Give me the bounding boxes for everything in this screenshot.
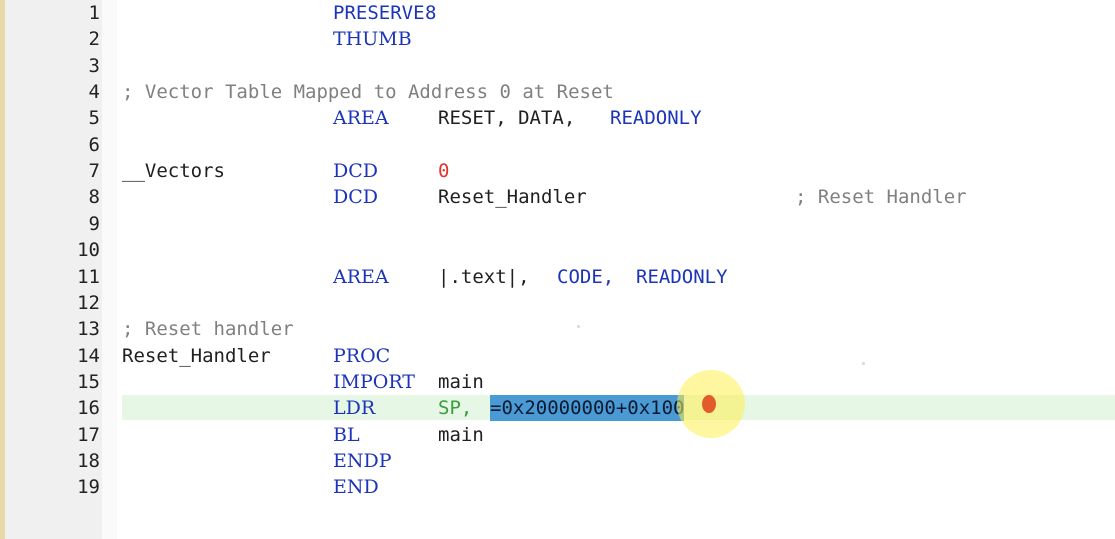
code-line[interactable]: 7 __Vectors DCD 0 <box>0 158 1115 184</box>
code-line[interactable]: 11 AREA |.text|, CODE, READONLY <box>0 264 1115 290</box>
code-line[interactable]: 5 AREA RESET, DATA, READONLY <box>0 105 1115 131</box>
line-number: 1 <box>88 2 100 24</box>
code-token: AREA <box>333 265 389 288</box>
code-token: READONLY <box>636 265 728 288</box>
line-number: 9 <box>88 212 100 235</box>
line-number: 7 <box>88 160 100 183</box>
code-token: Reset_Handler <box>122 344 271 367</box>
line-number: 15 <box>77 370 100 393</box>
code-line[interactable]: 9 <box>0 211 1115 237</box>
code-token: THUMB <box>333 28 412 51</box>
code-token: END <box>333 476 379 499</box>
screen-artifact <box>862 362 865 365</box>
line-number: 8 <box>88 186 100 209</box>
code-line[interactable]: 2 THUMB <box>0 26 1115 52</box>
mouse-pointer-icon <box>702 395 716 413</box>
code-line[interactable]: 18 ENDP <box>0 448 1115 474</box>
code-token: DCD <box>333 186 379 209</box>
screen-artifact <box>577 325 580 328</box>
code-editor[interactable]: 1 PRESERVE 8 2 THUMB 3 4; Vector Table Mapped … <box>0 0 1115 539</box>
code-line[interactable]: 4 ; Vector Table Mapped to Address 0 at R… <box>0 79 1115 105</box>
code-token: DCD <box>333 160 379 183</box>
code-token: IMPORT <box>333 370 415 393</box>
code-line[interactable]: 13 ; Reset handler <box>0 316 1115 342</box>
code-token: ; Reset handler <box>122 318 294 341</box>
code-token: RESET, DATA, <box>438 107 576 130</box>
line-number: 18 <box>77 449 100 472</box>
code-line[interactable]: 12 <box>0 290 1115 316</box>
code-token: __Vectors <box>122 160 225 183</box>
code-token: SP, <box>438 397 473 420</box>
code-token: main <box>438 423 484 446</box>
code-token: ; Vector Table Mapped to Address 0 at Re… <box>122 81 614 104</box>
line-number: 10 <box>77 239 100 262</box>
code-line[interactable]: 16 LDR SP, =0x20000000+0x100 <box>0 395 1115 422</box>
line-number: 2 <box>88 28 100 51</box>
line-number: 17 <box>77 423 100 446</box>
code-token: main <box>438 370 484 393</box>
line-number: 3 <box>88 54 100 77</box>
line-number: 16 <box>77 397 100 420</box>
code-token: |.text|, <box>438 265 530 288</box>
code-line[interactable]: 1 PRESERVE 8 <box>0 0 1115 26</box>
code-token: BL <box>333 423 360 446</box>
code-token: CODE, <box>557 265 615 288</box>
code-token: 8 <box>425 2 437 24</box>
code-token: LDR <box>333 397 376 420</box>
code-token: 0 <box>438 160 450 183</box>
line-number: 19 <box>77 476 100 499</box>
selected-text: =0x20000000+0x100 <box>490 395 685 422</box>
code-line[interactable]: 6 <box>0 132 1115 158</box>
code-line[interactable]: 3 <box>0 53 1115 79</box>
code-token: PROC <box>333 344 391 367</box>
line-number: 12 <box>77 291 100 314</box>
code-token: READONLY <box>610 107 702 130</box>
code-line[interactable]: 10 <box>0 237 1115 263</box>
code-line[interactable]: 14 Reset_Handler PROC <box>0 343 1115 369</box>
code-line[interactable]: 15 IMPORT main <box>0 369 1115 395</box>
code-line[interactable]: 17 BL main <box>0 422 1115 448</box>
code-token: PRESERVE <box>333 2 425 24</box>
code-token: ENDP <box>333 449 392 472</box>
code-token: Reset_Handler <box>438 186 587 209</box>
line-number: 11 <box>77 265 100 288</box>
code-line[interactable]: 8 DCD Reset_Handler ; Reset Handler <box>0 184 1115 210</box>
code-line[interactable]: 19 END <box>0 474 1115 500</box>
line-number: 5 <box>88 107 100 130</box>
line-number: 4 <box>88 81 100 104</box>
line-number: 14 <box>77 344 100 367</box>
code-token: AREA <box>333 107 389 130</box>
line-number: 6 <box>88 133 100 156</box>
line-number: 13 <box>77 318 100 341</box>
code-token: ; Reset Handler <box>795 186 967 209</box>
